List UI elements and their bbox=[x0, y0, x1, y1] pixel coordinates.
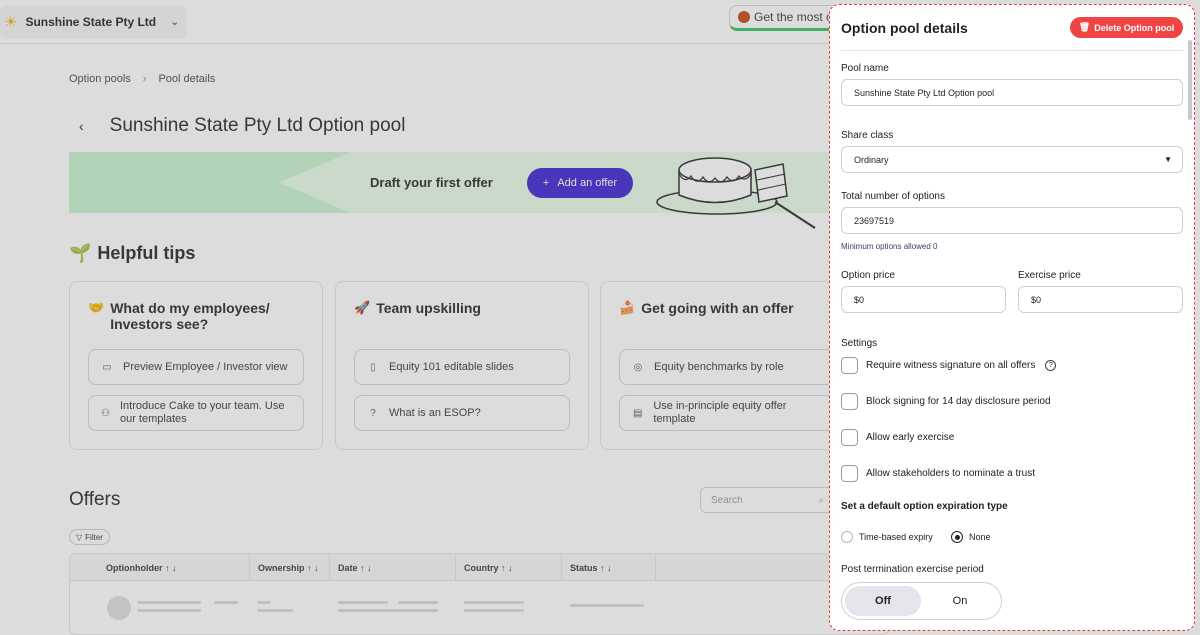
toggle-on-option[interactable]: On bbox=[922, 586, 998, 616]
nominate-trust-checkbox[interactable]: Allow stakeholders to nominate a trust bbox=[841, 465, 1035, 482]
radio-time-based-expiry[interactable]: Time-based expiry bbox=[841, 531, 933, 543]
option-price-label: Option price bbox=[841, 270, 895, 281]
pool-name-input[interactable]: Sunshine State Pty Ltd Option pool bbox=[841, 79, 1183, 106]
checkbox-label: Block signing for 14 day disclosure peri… bbox=[866, 396, 1051, 407]
exercise-price-input[interactable]: $0 bbox=[1018, 286, 1183, 313]
checkbox[interactable] bbox=[841, 393, 858, 410]
expiration-type-label: Set a default option expiration type bbox=[841, 501, 1008, 512]
delete-option-pool-label: Delete Option pool bbox=[1094, 22, 1175, 33]
post-termination-label: Post termination exercise period bbox=[841, 564, 984, 575]
checkbox[interactable] bbox=[841, 465, 858, 482]
toggle-off-option[interactable]: Off bbox=[845, 586, 921, 616]
checkbox-label: Allow early exercise bbox=[866, 432, 955, 443]
early-exercise-checkbox[interactable]: Allow early exercise bbox=[841, 429, 954, 446]
divider bbox=[841, 50, 1184, 51]
block-signing-checkbox[interactable]: Block signing for 14 day disclosure peri… bbox=[841, 393, 1051, 410]
radio-none[interactable]: None bbox=[951, 531, 991, 543]
settings-label: Settings bbox=[841, 338, 878, 349]
radio-button-selected[interactable] bbox=[951, 531, 963, 543]
option-pool-details-panel: Option pool details 🗑 Delete Option pool… bbox=[829, 4, 1195, 631]
pool-name-label: Pool name bbox=[841, 63, 889, 74]
option-price-input[interactable]: $0 bbox=[841, 286, 1006, 313]
checkbox-label: Require witness signature on all offers bbox=[866, 360, 1036, 371]
radio-label: None bbox=[969, 532, 991, 542]
total-options-input[interactable]: 23697519 bbox=[841, 207, 1183, 234]
app: ☀ Sunshine State Pty Ltd ⌄ Get the most … bbox=[0, 0, 1200, 635]
help-icon[interactable]: ? bbox=[1045, 360, 1057, 371]
panel-title: Option pool details bbox=[841, 20, 968, 36]
checkbox-label: Allow stakeholders to nominate a trust bbox=[866, 468, 1035, 479]
delete-option-pool-button[interactable]: 🗑 Delete Option pool bbox=[1070, 17, 1183, 38]
radio-label: Time-based expiry bbox=[859, 532, 933, 542]
min-options-hint: Minimum options allowed 0 bbox=[841, 242, 938, 251]
share-class-select[interactable]: Ordinary ▼ bbox=[841, 146, 1183, 173]
total-options-label: Total number of options bbox=[841, 191, 945, 202]
share-class-value: Ordinary bbox=[854, 154, 889, 165]
witness-signature-checkbox[interactable]: Require witness signature on all offers … bbox=[841, 357, 1057, 374]
exercise-price-label: Exercise price bbox=[1018, 270, 1081, 281]
share-class-label: Share class bbox=[841, 130, 894, 141]
post-termination-toggle[interactable]: Off On bbox=[841, 582, 1002, 620]
caret-down-icon: ▼ bbox=[1164, 155, 1172, 164]
trash-icon: 🗑 bbox=[1078, 22, 1091, 32]
radio-button[interactable] bbox=[841, 531, 853, 543]
checkbox[interactable] bbox=[841, 357, 858, 374]
checkbox[interactable] bbox=[841, 429, 858, 446]
panel-scrollbar[interactable] bbox=[1188, 40, 1192, 120]
